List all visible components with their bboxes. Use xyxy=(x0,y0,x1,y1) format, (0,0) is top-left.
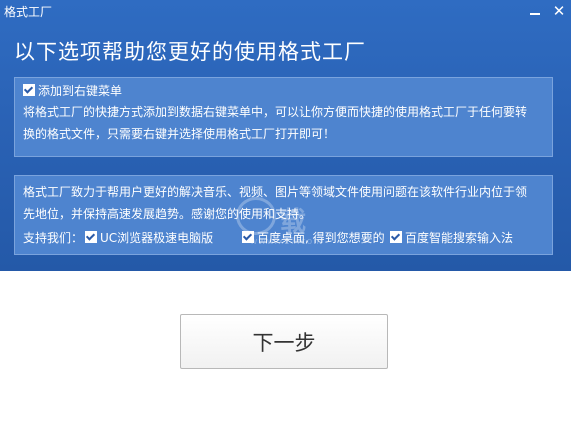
next-button[interactable]: 下一步 xyxy=(180,314,388,369)
close-button[interactable]: ✕ xyxy=(550,0,568,22)
support-option-uc-browser[interactable]: UC浏览器极速电脑版 xyxy=(85,229,213,246)
uc-browser-checkbox[interactable] xyxy=(85,231,97,243)
baidu-input-checkbox[interactable] xyxy=(390,231,402,243)
support-option-baidu-input[interactable]: 百度智能搜索输入法 xyxy=(390,229,513,246)
title-bar: 格式工厂 ✕ xyxy=(0,0,571,22)
close-icon: ✕ xyxy=(552,2,566,20)
context-menu-label: 添加到右键菜单 xyxy=(38,84,123,98)
context-menu-description-line2: 换的格式文件，只需要右键并选择使用格式工厂打开即可！ xyxy=(23,127,336,141)
app-title: 格式工厂 xyxy=(4,5,53,19)
context-menu-option[interactable]: 添加到右键菜单 xyxy=(23,83,122,99)
watermark-sub: www.xz7.com xyxy=(250,237,323,247)
context-menu-description-line1: 将格式工厂的快捷方式添加到数据右键菜单中，可以让你方便而快捷的使用格式工厂于任何… xyxy=(23,105,528,119)
minimize-button[interactable] xyxy=(526,0,544,22)
watermark-text: 载 xyxy=(280,207,307,237)
page-title: 以下选项帮助您更好的使用格式工厂 xyxy=(14,40,366,64)
context-menu-checkbox[interactable] xyxy=(23,84,35,96)
uc-browser-label: UC浏览器极速电脑版 xyxy=(100,231,214,245)
setup-window: 格式工厂 ✕ 以下选项帮助您更好的使用格式工厂 添加到右键菜单 将格式工厂的快捷… xyxy=(0,0,571,440)
support-label: 支持我们： xyxy=(23,231,84,245)
minimize-icon xyxy=(530,13,540,15)
baidu-input-label: 百度智能搜索输入法 xyxy=(405,231,514,245)
context-menu-panel: 添加到右键菜单 将格式工厂的快捷方式添加到数据右键菜单中，可以让你方便而快捷的使… xyxy=(14,77,553,157)
header-area: 格式工厂 ✕ 以下选项帮助您更好的使用格式工厂 添加到右键菜单 将格式工厂的快捷… xyxy=(0,0,571,271)
watermark: 载 www.xz7.com xyxy=(236,197,346,253)
watermark-logo-icon xyxy=(236,197,276,235)
